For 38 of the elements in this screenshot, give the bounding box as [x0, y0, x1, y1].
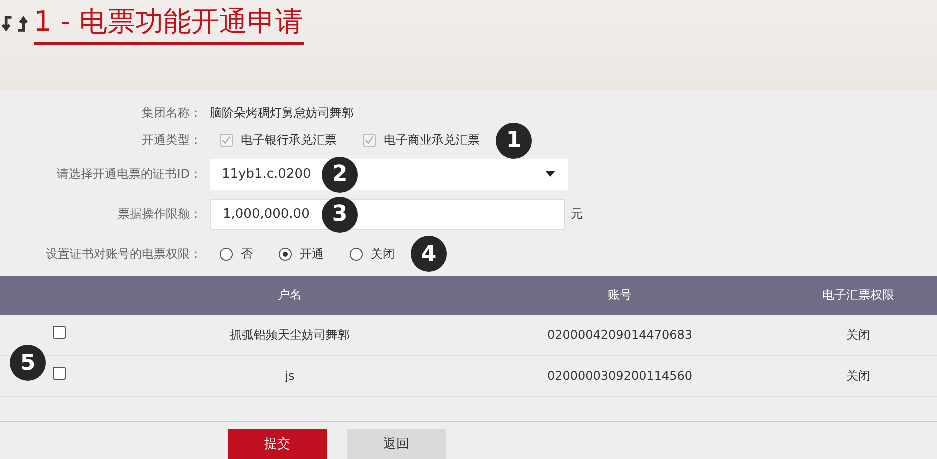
- table-cell-text: 0200004209014470683: [546, 328, 694, 342]
- refresh-icon[interactable]: [2, 14, 28, 34]
- radio-button[interactable]: [279, 248, 292, 260]
- column-header: 电子汇票权限: [822, 287, 896, 304]
- table-cell-text: js: [284, 369, 296, 383]
- table-cell-text: 关闭: [846, 368, 872, 384]
- row-checkbox[interactable]: [53, 326, 66, 338]
- back-button[interactable]: 返回: [347, 429, 446, 459]
- dropdown-caret-icon: [545, 171, 556, 177]
- page-title: 1 - 电票功能开通申请: [34, 4, 304, 45]
- radio-label: 否: [241, 246, 253, 262]
- radio-button[interactable]: [350, 248, 363, 260]
- field-label: 请选择开通电票的证书ID：: [56, 166, 203, 182]
- checkbox-label: 电子银行承兑汇票: [241, 132, 337, 149]
- callout-badge: 1: [496, 122, 532, 158]
- row-checkbox[interactable]: [53, 366, 66, 380]
- callout-badge: 4: [411, 236, 447, 272]
- table-cell-text: 关闭: [846, 326, 872, 344]
- submit-button[interactable]: 提交: [228, 429, 327, 459]
- radio-label: 关闭: [371, 246, 395, 262]
- checkbox-label: 电子商业承兑汇票: [384, 132, 480, 149]
- group-name: 脑阶朵烤稠灯舅怠妨司舞郭: [210, 105, 354, 122]
- field-label: 集团名称：: [141, 105, 203, 122]
- callout-badge: 5: [10, 345, 46, 381]
- table-cell-text: 抓弧铅频天尘妨司舞郭: [229, 326, 351, 344]
- radio-label: 开通: [300, 246, 324, 262]
- field-label: 开通类型：: [141, 132, 203, 149]
- column-header: 账号: [607, 287, 633, 304]
- field-label: 设置证书对账号的电票权限：: [45, 246, 203, 262]
- table-cell-text: 0200000309200114560: [546, 369, 694, 383]
- column-header: 户名: [277, 287, 303, 304]
- checkbox[interactable]: [220, 134, 233, 147]
- certificate-select[interactable]: 11yb1.c.0200 2: [210, 158, 568, 190]
- callout-badge: 2: [322, 156, 358, 192]
- unit-label: 元: [571, 206, 583, 222]
- radio-button[interactable]: [220, 248, 233, 260]
- checkbox[interactable]: [363, 134, 376, 147]
- field-label: 票据操作限额：: [117, 206, 203, 222]
